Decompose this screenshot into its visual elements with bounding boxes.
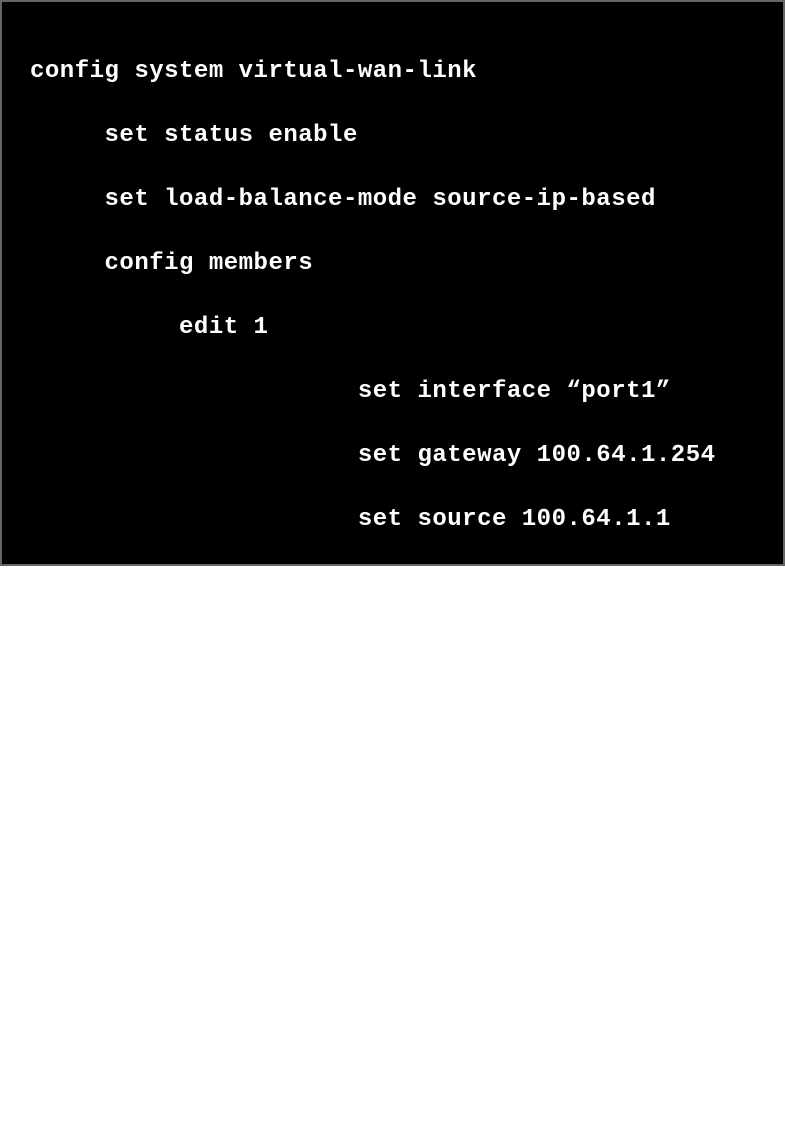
cli-line: set interface “port1” xyxy=(30,376,763,408)
cli-line: set load-balance-mode source-ip-based xyxy=(30,184,763,216)
cli-line: next xyxy=(30,952,763,984)
cli-line: set gateway 100.64.2.254 xyxy=(30,824,763,856)
cli-line: edit 1 xyxy=(30,312,763,344)
cli-line: set gateway 100.64.1.254 xyxy=(30,440,763,472)
cli-line: set status enable xyxy=(30,120,763,152)
cli-line: edit 2 xyxy=(30,696,763,728)
cli-line: set source 100.64.1.1 xyxy=(30,504,763,536)
cli-line: set interface “port2” xyxy=(30,760,763,792)
cli-line: set priority 10 xyxy=(30,888,763,920)
cli-line: set cost 15 xyxy=(30,568,763,600)
cli-line: end xyxy=(30,1016,763,1048)
cli-terminal: config system virtual-wan-link set statu… xyxy=(0,0,785,566)
cli-line: config members xyxy=(30,248,763,280)
cli-line: config system virtual-wan-link xyxy=(30,56,763,88)
cli-line: end xyxy=(30,1080,763,1112)
cli-line: next xyxy=(30,632,763,664)
